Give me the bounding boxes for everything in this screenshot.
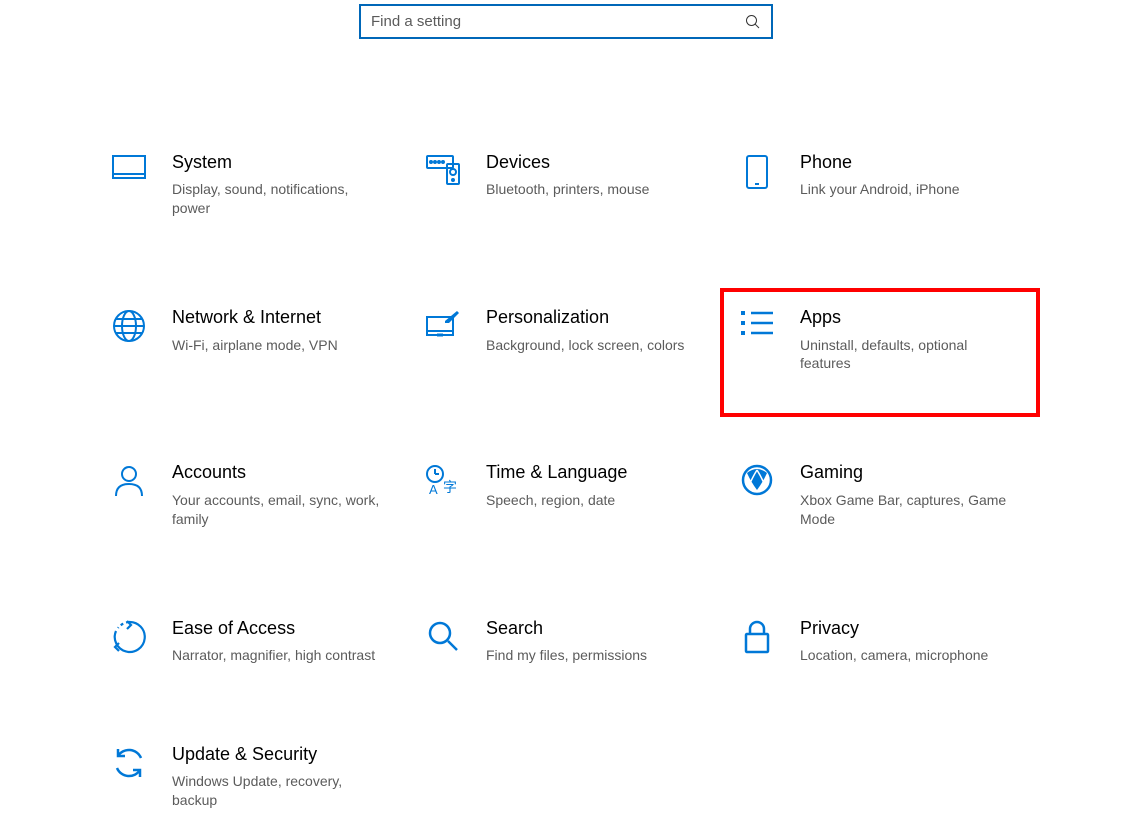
tile-desc: Find my files, permissions bbox=[486, 646, 647, 665]
tile-personalization[interactable]: Personalization Background, lock screen,… bbox=[414, 302, 718, 377]
search-input[interactable] bbox=[371, 13, 745, 30]
update-security-icon bbox=[104, 743, 154, 780]
tile-desc: Your accounts, email, sync, work, family bbox=[172, 491, 390, 529]
tile-title: Time & Language bbox=[486, 461, 627, 484]
tile-privacy[interactable]: Privacy Location, camera, microphone bbox=[728, 613, 1032, 669]
tile-title: Phone bbox=[800, 151, 960, 174]
tile-desc: Uninstall, defaults, optional features bbox=[800, 336, 1018, 374]
tile-desc: Location, camera, microphone bbox=[800, 646, 988, 665]
tile-title: Ease of Access bbox=[172, 617, 375, 640]
apps-icon bbox=[732, 306, 782, 337]
tile-system[interactable]: System Display, sound, notifications, po… bbox=[100, 147, 404, 222]
phone-icon bbox=[732, 151, 782, 190]
time-language-icon: A 字 bbox=[418, 461, 468, 496]
tile-phone[interactable]: Phone Link your Android, iPhone bbox=[728, 147, 1032, 222]
gaming-icon bbox=[732, 461, 782, 496]
tile-title: Apps bbox=[800, 306, 1018, 329]
privacy-icon bbox=[732, 617, 782, 654]
tile-desc: Windows Update, recovery, backup bbox=[172, 772, 390, 810]
tile-desc: Background, lock screen, colors bbox=[486, 336, 684, 355]
tile-network[interactable]: Network & Internet Wi-Fi, airplane mode,… bbox=[100, 302, 404, 377]
tile-search[interactable]: Search Find my files, permissions bbox=[414, 613, 718, 669]
tile-title: Gaming bbox=[800, 461, 1018, 484]
tile-ease-of-access[interactable]: Ease of Access Narrator, magnifier, high… bbox=[100, 613, 404, 669]
tile-desc: Bluetooth, printers, mouse bbox=[486, 180, 649, 199]
tile-apps[interactable]: Apps Uninstall, defaults, optional featu… bbox=[720, 288, 1040, 417]
tile-desc: Link your Android, iPhone bbox=[800, 180, 960, 199]
accounts-icon bbox=[104, 461, 154, 498]
tile-title: Privacy bbox=[800, 617, 988, 640]
tile-title: Personalization bbox=[486, 306, 684, 329]
search-tile-icon bbox=[418, 617, 468, 652]
tile-desc: Narrator, magnifier, high contrast bbox=[172, 646, 375, 665]
tile-update-security[interactable]: Update & Security Windows Update, recove… bbox=[100, 739, 404, 814]
system-icon bbox=[104, 151, 154, 184]
tile-gaming[interactable]: Gaming Xbox Game Bar, captures, Game Mod… bbox=[728, 457, 1032, 532]
tile-time-language[interactable]: A 字 Time & Language Speech, region, date bbox=[414, 457, 718, 532]
personalization-icon bbox=[418, 306, 468, 341]
tile-desc: Speech, region, date bbox=[486, 491, 627, 510]
tile-desc: Wi-Fi, airplane mode, VPN bbox=[172, 336, 338, 355]
tile-title: Search bbox=[486, 617, 647, 640]
tile-accounts[interactable]: Accounts Your accounts, email, sync, wor… bbox=[100, 457, 404, 532]
svg-text:A: A bbox=[429, 482, 438, 496]
search-box[interactable] bbox=[359, 4, 773, 39]
ease-of-access-icon bbox=[104, 617, 154, 654]
tile-title: Accounts bbox=[172, 461, 390, 484]
search-icon bbox=[745, 14, 761, 30]
svg-text:字: 字 bbox=[443, 479, 457, 495]
devices-icon bbox=[418, 151, 468, 186]
network-icon bbox=[104, 306, 154, 343]
tile-desc: Display, sound, notifications, power bbox=[172, 180, 390, 218]
tile-title: Update & Security bbox=[172, 743, 390, 766]
tile-title: Network & Internet bbox=[172, 306, 338, 329]
tile-title: System bbox=[172, 151, 390, 174]
tile-devices[interactable]: Devices Bluetooth, printers, mouse bbox=[414, 147, 718, 222]
tile-desc: Xbox Game Bar, captures, Game Mode bbox=[800, 491, 1018, 529]
tile-title: Devices bbox=[486, 151, 649, 174]
